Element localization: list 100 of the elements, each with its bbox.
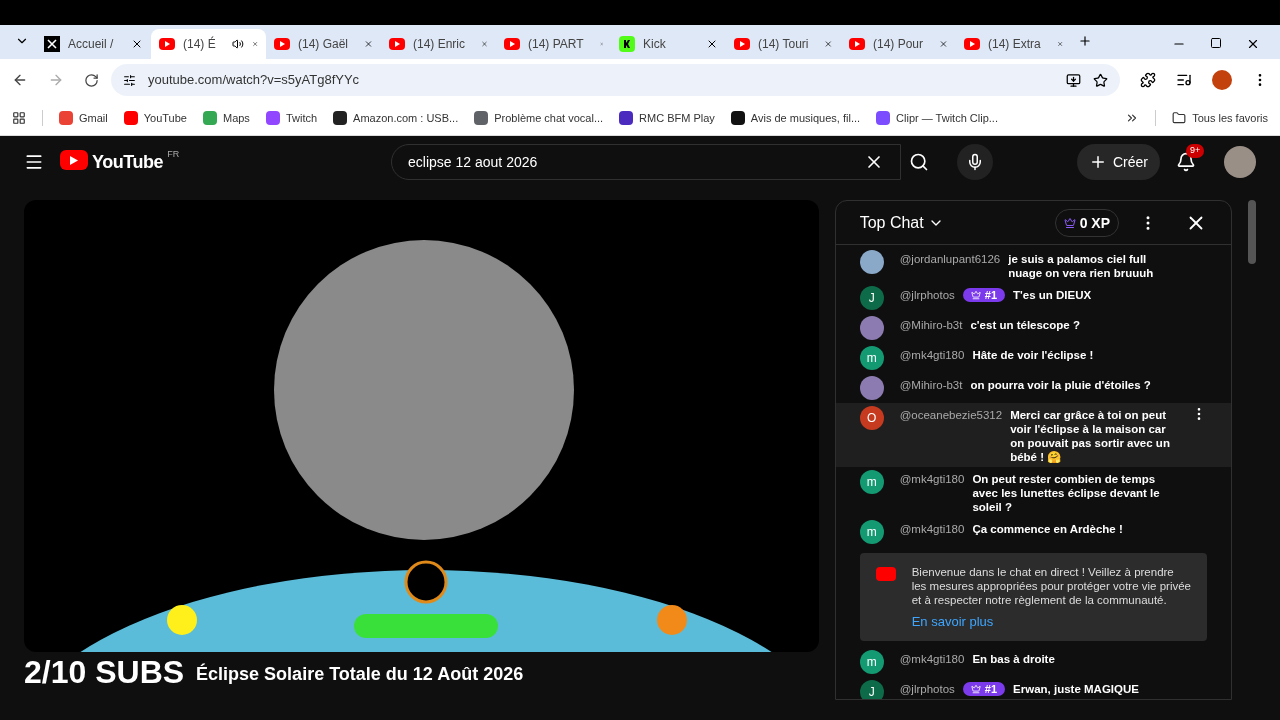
notice-text: Bienvenue dans le chat en direct ! Veillez à prendre les mesures appropriées pour protéger votre vie privée et à respecter notre règlement de la communauté.: [911, 565, 1191, 607]
author-name: @jlrphotos: [899, 682, 955, 696]
browser-tab[interactable]: (14) Pour: [841, 29, 956, 59]
tab-title: Kick: [643, 36, 666, 52]
play-logo-icon: [389, 38, 405, 50]
close-icon[interactable]: [706, 38, 718, 50]
author-name: @mk4gti180: [899, 348, 965, 362]
bookmark-link[interactable]: Twitch: [265, 109, 318, 127]
browser-tab[interactable]: (14) Extra: [956, 29, 1071, 59]
author-name: @Mihiro-b3t: [899, 318, 963, 332]
scrollbar-thumb[interactable]: [1248, 200, 1256, 264]
message-text: on pourra voir la pluie d'étoiles ?: [970, 378, 1152, 392]
close-icon[interactable]: [131, 38, 143, 50]
bookmark-link[interactable]: Amazon.com : USB...: [333, 109, 459, 127]
speaker-icon[interactable]: [231, 38, 244, 50]
message-text: c'est un télescope ?: [970, 318, 1081, 332]
youtube-logo-icon: [60, 150, 88, 170]
browser-tab[interactable]: (14) Touri: [726, 29, 841, 59]
play-logo-icon: [964, 38, 980, 50]
voice-search-button[interactable]: [957, 144, 994, 180]
bookmark-link[interactable]: Gmail: [59, 109, 108, 127]
avatar: m: [859, 650, 884, 674]
browser-tab[interactable]: (14) Gaël: [266, 29, 381, 59]
video-player[interactable]: [24, 200, 819, 652]
notifications-icon[interactable]: [1176, 152, 1196, 172]
logo-text: YouTube: [92, 151, 164, 174]
browser-tab[interactable]: Kick: [611, 29, 726, 59]
search-icon[interactable]: [909, 152, 930, 172]
author-name: @oceanebezie5312: [899, 408, 1003, 422]
close-icon[interactable]: [1246, 37, 1260, 51]
avatar: J: [859, 286, 884, 310]
site-info-icon[interactable]: [123, 73, 136, 87]
address-bar[interactable]: youtube.com/watch?v=s5yATg8fYYc: [111, 64, 1120, 96]
folder-icon: [1172, 111, 1187, 125]
learn-more-link[interactable]: En savoir plus: [911, 615, 1191, 629]
extensions-icon[interactable]: [1140, 72, 1156, 88]
author-name: @jlrphotos: [899, 288, 955, 302]
install-icon[interactable]: [1066, 72, 1081, 88]
tab-title: (14) Pour: [873, 36, 924, 52]
bookmark-link[interactable]: Avis de musiques, fil...: [730, 109, 861, 127]
author-name: @mk4gti180: [899, 652, 965, 666]
author-name: @mk4gti180: [899, 472, 965, 486]
plus-icon: [1089, 153, 1107, 171]
country-code: FR: [167, 148, 180, 161]
tab-title: (14) PART: [528, 36, 584, 52]
restore-icon[interactable]: [1210, 37, 1222, 49]
tab-title: (14) É: [183, 36, 216, 52]
tab-title: (14) Touri: [758, 36, 809, 52]
message-text: En bas à droite: [972, 652, 1056, 666]
bookmark-link[interactable]: RMC BFM Play: [619, 109, 715, 127]
avatar: O: [859, 406, 884, 430]
browser-tab[interactable]: (14) PART: [496, 29, 611, 59]
play-logo-icon: [849, 38, 865, 50]
author-name: @jordanlupant6126: [899, 252, 1001, 266]
profile-avatar[interactable]: [1212, 70, 1232, 90]
play-logo-icon: [875, 567, 896, 581]
bookmark-link[interactable]: Clipr — Twitch Clip...: [876, 109, 998, 127]
reload-icon[interactable]: [84, 72, 99, 88]
message-text: Erwan, juste MAGIQUE: [1013, 682, 1140, 696]
video-title: Éclipse Solaire Totale du 12 Août 2026: [196, 662, 524, 686]
all-bookmarks-button[interactable]: Tous les favoris: [1172, 109, 1268, 127]
bookmark-link[interactable]: Problème chat vocal...: [474, 109, 604, 127]
avatar: m: [859, 346, 884, 370]
avatar: J: [859, 680, 884, 699]
play-logo-icon: [734, 38, 750, 50]
browser-tab[interactable]: (14) É: [151, 29, 266, 59]
kick-logo-icon: [619, 36, 635, 52]
media-controls-icon[interactable]: [1176, 72, 1192, 88]
message-text: On peut rester combien de temps avec les lunettes éclipse devant le soleil ?: [972, 472, 1161, 514]
avatar: m: [859, 470, 884, 494]
x-logo-icon: [44, 36, 60, 52]
back-icon[interactable]: [12, 72, 28, 88]
bookmark-link[interactable]: YouTube: [123, 109, 187, 127]
notification-badge: 9+: [1186, 144, 1205, 158]
tab-title: Accueil /: [68, 36, 114, 52]
account-avatar[interactable]: [1224, 146, 1256, 178]
avatar: m: [859, 520, 884, 544]
author-name: @mk4gti180: [899, 522, 965, 536]
apps-icon[interactable]: [12, 111, 26, 125]
play-logo-icon: [159, 38, 175, 50]
message-text: Merci car grâce à toi on peut voir l'éclipse à la maison car on pouvait pas sortir avec un bébé ! 🤗: [1010, 408, 1171, 464]
create-button[interactable]: Créer: [1077, 144, 1160, 180]
tab-title: (14) Gaël: [298, 36, 349, 52]
plus-icon: [1078, 34, 1092, 48]
rank-badge: #1: [962, 682, 1006, 696]
play-logo-icon: [504, 38, 520, 50]
menu-icon[interactable]: [24, 152, 44, 172]
author-name: @Mihiro-b3t: [899, 378, 963, 392]
chat-mode-dropdown[interactable]: Top Chat: [859, 210, 944, 235]
search-field[interactable]: eclipse 12 aout 2026: [408, 152, 865, 172]
message-text: Ça commence en Ardèche !: [972, 522, 1124, 536]
subscriber-goal-overlay: 2/10 SUBS: [24, 656, 185, 688]
browser-tab[interactable]: Accueil /: [36, 29, 151, 59]
message-text: T'es un DIEUX: [1013, 288, 1093, 302]
bookmark-star-icon[interactable]: [1093, 72, 1108, 88]
play-logo-icon: [274, 38, 290, 50]
rank-badge: #1: [962, 288, 1006, 302]
url-text: youtube.com/watch?v=s5yATg8fYYc: [148, 71, 360, 90]
browser-tab[interactable]: (14) Enric: [381, 29, 496, 59]
bookmark-link[interactable]: Maps: [202, 109, 250, 127]
